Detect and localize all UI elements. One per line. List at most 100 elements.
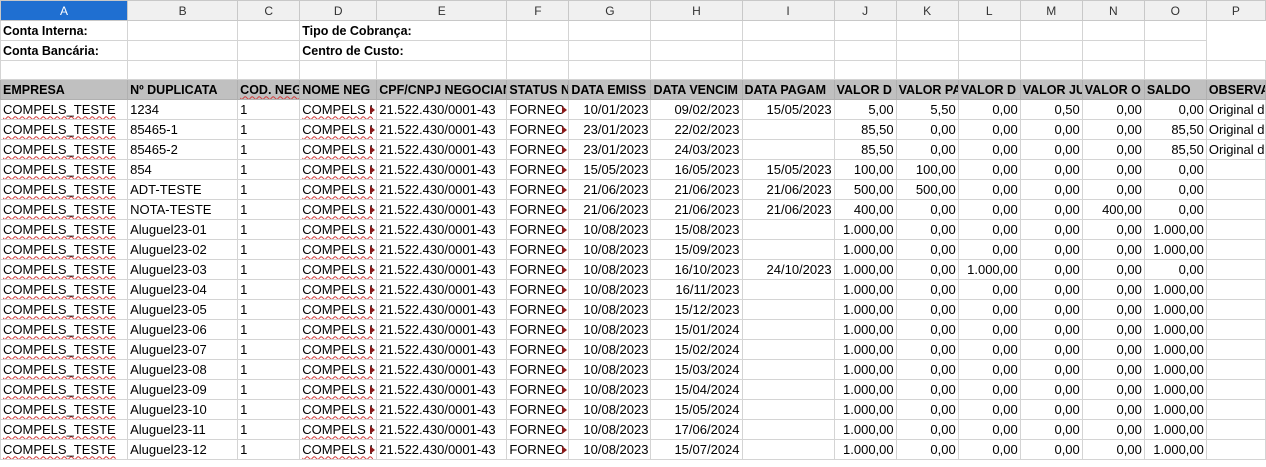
cell[interactable] <box>895 20 959 41</box>
cell-cod-neg[interactable]: 1 <box>237 199 301 220</box>
cell-valor-documento[interactable]: 1.000,00 <box>833 359 897 380</box>
cell-observacao[interactable] <box>1205 359 1266 380</box>
cell-data-emissao[interactable]: 15/05/2023 <box>568 159 652 180</box>
header-valor-pago[interactable]: VALOR PA <box>895 79 959 100</box>
cell-cpf-cnpj[interactable]: 21.522.430/0001-43 <box>376 299 508 320</box>
cell-empresa[interactable]: COMPELS_TESTE <box>0 339 129 360</box>
column-header-o[interactable]: O <box>1143 0 1207 21</box>
header-cod-neg[interactable]: COD. NEG <box>237 79 301 100</box>
header-empresa[interactable]: EMPRESA <box>0 79 129 100</box>
header-nome-neg[interactable]: NOME NEG <box>299 79 378 100</box>
cell-data-vencimento[interactable]: 17/06/2024 <box>650 419 743 440</box>
cell-valor-documento[interactable]: 1.000,00 <box>833 379 897 400</box>
cell-data-pagamento[interactable] <box>741 439 835 460</box>
cell-saldo[interactable]: 1.000,00 <box>1143 339 1207 360</box>
cell-duplicata[interactable]: Aluguel23-02 <box>127 239 239 260</box>
cell-valor-pago[interactable]: 0,00 <box>895 399 959 420</box>
header-duplicata[interactable]: Nº DUPLICATA <box>127 79 239 100</box>
cell-status[interactable]: FORNEC <box>506 319 570 340</box>
cell-valor-desconto[interactable]: 0,00 <box>957 159 1021 180</box>
cell-data-vencimento[interactable]: 15/08/2023 <box>650 219 743 240</box>
cell-valor-juros[interactable]: 0,00 <box>1019 399 1083 420</box>
cell-valor-documento[interactable]: 1.000,00 <box>833 299 897 320</box>
cell-empresa[interactable]: COMPELS_TESTE <box>0 159 129 180</box>
cell[interactable] <box>506 60 570 80</box>
cell-empresa[interactable]: COMPELS_TESTE <box>0 119 129 140</box>
cell-status[interactable]: FORNEC <box>506 199 570 220</box>
cell-valor-documento[interactable]: 1.000,00 <box>833 439 897 460</box>
cell-data-emissao[interactable]: 21/06/2023 <box>568 179 652 200</box>
cell[interactable] <box>895 40 959 61</box>
cell-cod-neg[interactable]: 1 <box>237 399 301 420</box>
cell-valor-documento[interactable]: 1.000,00 <box>833 279 897 300</box>
cell-observacao[interactable] <box>1205 239 1266 260</box>
cell-valor-juros[interactable]: 0,00 <box>1019 199 1083 220</box>
cell[interactable] <box>506 20 570 41</box>
cell-nome-neg[interactable]: COMPELS I <box>299 159 378 180</box>
cell-data-emissao[interactable]: 10/08/2023 <box>568 399 652 420</box>
cell-empresa[interactable]: COMPELS_TESTE <box>0 379 129 400</box>
cell-data-emissao[interactable]: 10/08/2023 <box>568 299 652 320</box>
cell-data-pagamento[interactable] <box>741 379 835 400</box>
cell-nome-neg[interactable]: COMPELS I <box>299 379 378 400</box>
cell-data-pagamento[interactable] <box>741 399 835 420</box>
cell-data-emissao[interactable]: 10/08/2023 <box>568 319 652 340</box>
cell-data-pagamento[interactable]: 15/05/2023 <box>741 159 835 180</box>
cell-cpf-cnpj[interactable]: 21.522.430/0001-43 <box>376 259 508 280</box>
cell-valor-juros[interactable]: 0,50 <box>1019 99 1083 120</box>
cell-valor-juros[interactable]: 0,00 <box>1019 179 1083 200</box>
cell-valor-documento[interactable]: 85,50 <box>833 119 897 140</box>
cell-nome-neg[interactable]: COMPELS I <box>299 99 378 120</box>
cell-duplicata[interactable]: Aluguel23-10 <box>127 399 239 420</box>
cell-valor-documento[interactable]: 1.000,00 <box>833 319 897 340</box>
cell-status[interactable]: FORNEC <box>506 299 570 320</box>
cell-duplicata[interactable]: NOTA-TESTE <box>127 199 239 220</box>
cell[interactable] <box>1019 60 1083 80</box>
cell-valor-documento[interactable]: 5,00 <box>833 99 897 120</box>
header-observacao[interactable]: OBSERVA <box>1205 79 1266 100</box>
cell-cpf-cnpj[interactable]: 21.522.430/0001-43 <box>376 179 508 200</box>
cell-cod-neg[interactable]: 1 <box>237 419 301 440</box>
cell-valor-outros[interactable]: 0,00 <box>1081 299 1145 320</box>
cell-valor-desconto[interactable]: 0,00 <box>957 439 1021 460</box>
cell-valor-desconto[interactable]: 0,00 <box>957 359 1021 380</box>
cell-valor-desconto[interactable]: 0,00 <box>957 99 1021 120</box>
cell-cpf-cnpj[interactable]: 21.522.430/0001-43 <box>376 359 508 380</box>
cell-observacao[interactable] <box>1205 259 1266 280</box>
cell-cpf-cnpj[interactable]: 21.522.430/0001-43 <box>376 159 508 180</box>
cell-saldo[interactable]: 0,00 <box>1143 159 1207 180</box>
cell-nome-neg[interactable]: COMPELS I <box>299 279 378 300</box>
cell-data-vencimento[interactable]: 15/09/2023 <box>650 239 743 260</box>
column-header-m[interactable]: M <box>1019 0 1083 21</box>
cell-nome-neg[interactable]: COMPELS I <box>299 419 378 440</box>
cell-duplicata[interactable]: Aluguel23-07 <box>127 339 239 360</box>
cell-data-emissao[interactable]: 10/08/2023 <box>568 279 652 300</box>
cell-duplicata[interactable]: Aluguel23-11 <box>127 419 239 440</box>
header-data-emissao[interactable]: DATA EMISS <box>568 79 652 100</box>
cell-valor-outros[interactable]: 0,00 <box>1081 359 1145 380</box>
cell[interactable] <box>568 40 652 61</box>
cell-cod-neg[interactable]: 1 <box>237 119 301 140</box>
centro-custo-label[interactable]: Centro de Custo: <box>299 40 508 61</box>
cell-valor-pago[interactable]: 0,00 <box>895 359 959 380</box>
cell-cod-neg[interactable]: 1 <box>237 339 301 360</box>
cell-valor-desconto[interactable]: 0,00 <box>957 199 1021 220</box>
cell-valor-desconto[interactable]: 0,00 <box>957 119 1021 140</box>
cell-observacao[interactable] <box>1205 179 1266 200</box>
cell-cpf-cnpj[interactable]: 21.522.430/0001-43 <box>376 419 508 440</box>
cell-valor-desconto[interactable]: 0,00 <box>957 319 1021 340</box>
header-valor-juros[interactable]: VALOR JU <box>1019 79 1083 100</box>
cell[interactable] <box>237 40 301 61</box>
cell-data-vencimento[interactable]: 16/10/2023 <box>650 259 743 280</box>
cell-saldo[interactable]: 0,00 <box>1143 179 1207 200</box>
cell-duplicata[interactable]: Aluguel23-04 <box>127 279 239 300</box>
cell-cpf-cnpj[interactable]: 21.522.430/0001-43 <box>376 339 508 360</box>
cell-status[interactable]: FORNEC <box>506 399 570 420</box>
cell[interactable] <box>237 20 301 41</box>
cell-valor-pago[interactable]: 0,00 <box>895 119 959 140</box>
cell-valor-outros[interactable]: 0,00 <box>1081 139 1145 160</box>
cell-empresa[interactable]: COMPELS_TESTE <box>0 399 129 420</box>
cell[interactable] <box>957 40 1021 61</box>
cell-observacao[interactable]: Original do <box>1205 99 1266 120</box>
cell-nome-neg[interactable]: COMPELS I <box>299 239 378 260</box>
